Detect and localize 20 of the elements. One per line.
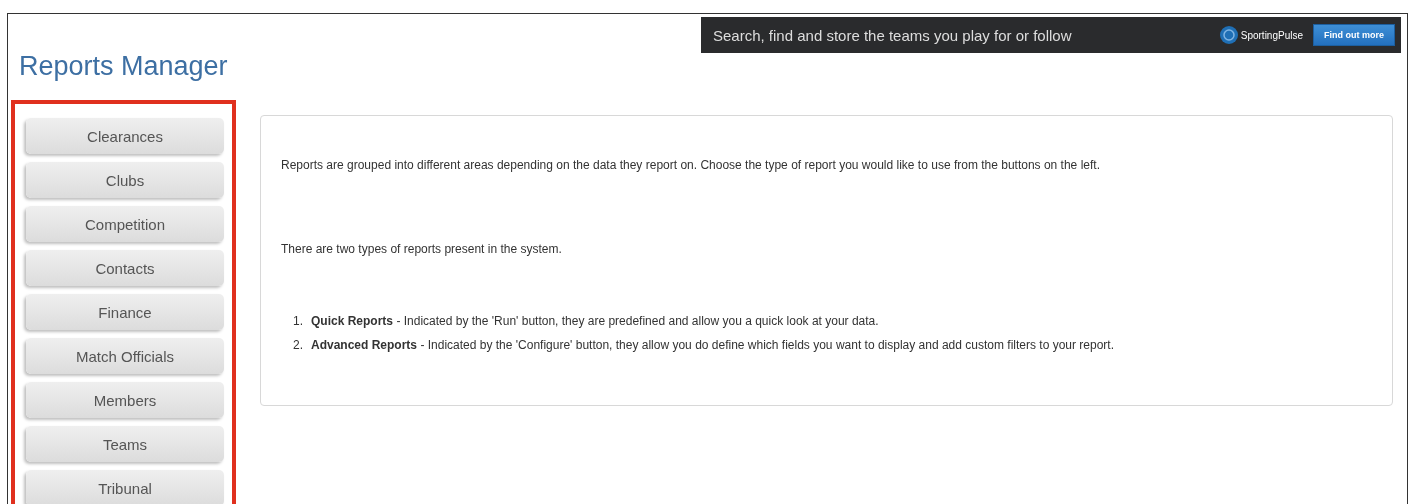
- list-number: 1.: [293, 314, 303, 328]
- report-type-button[interactable]: Clearances: [26, 118, 224, 154]
- list-number: 2.: [293, 338, 303, 352]
- report-type-button[interactable]: Clubs: [26, 162, 224, 198]
- list-item-text: Quick Reports - Indicated by the 'Run' button, they are predefined and allow you a quick look at your data.: [311, 314, 879, 328]
- report-type-button[interactable]: Teams: [26, 426, 224, 462]
- report-type-button[interactable]: Tribunal: [26, 470, 224, 504]
- info-paragraph: Reports are grouped into different areas depending on the data they report on. Choose the type of report you would like to use from the buttons on the left.: [281, 158, 1101, 172]
- report-type-button[interactable]: Members: [26, 382, 224, 418]
- report-type-button[interactable]: Finance: [26, 294, 224, 330]
- report-type-button[interactable]: Match Officials: [26, 338, 224, 374]
- info-paragraph: There are two types of reports present in the system.: [281, 242, 563, 256]
- logo-icon: [1219, 26, 1238, 44]
- report-type-button[interactable]: Contacts: [26, 250, 224, 286]
- brand-name: SportingPulse: [1240, 29, 1303, 41]
- banner-text: Search, find and store the teams you play for or follow: [713, 26, 1073, 44]
- report-type-button[interactable]: Competition: [26, 206, 224, 242]
- list-item-text: Advanced Reports - Indicated by the 'Configure' button, they allow you do define which fields you want to display and add custom filters to your report.: [311, 338, 1115, 352]
- find-out-more-button[interactable]: Find out more: [1313, 24, 1395, 46]
- page-title: Reports Manager: [18, 51, 228, 83]
